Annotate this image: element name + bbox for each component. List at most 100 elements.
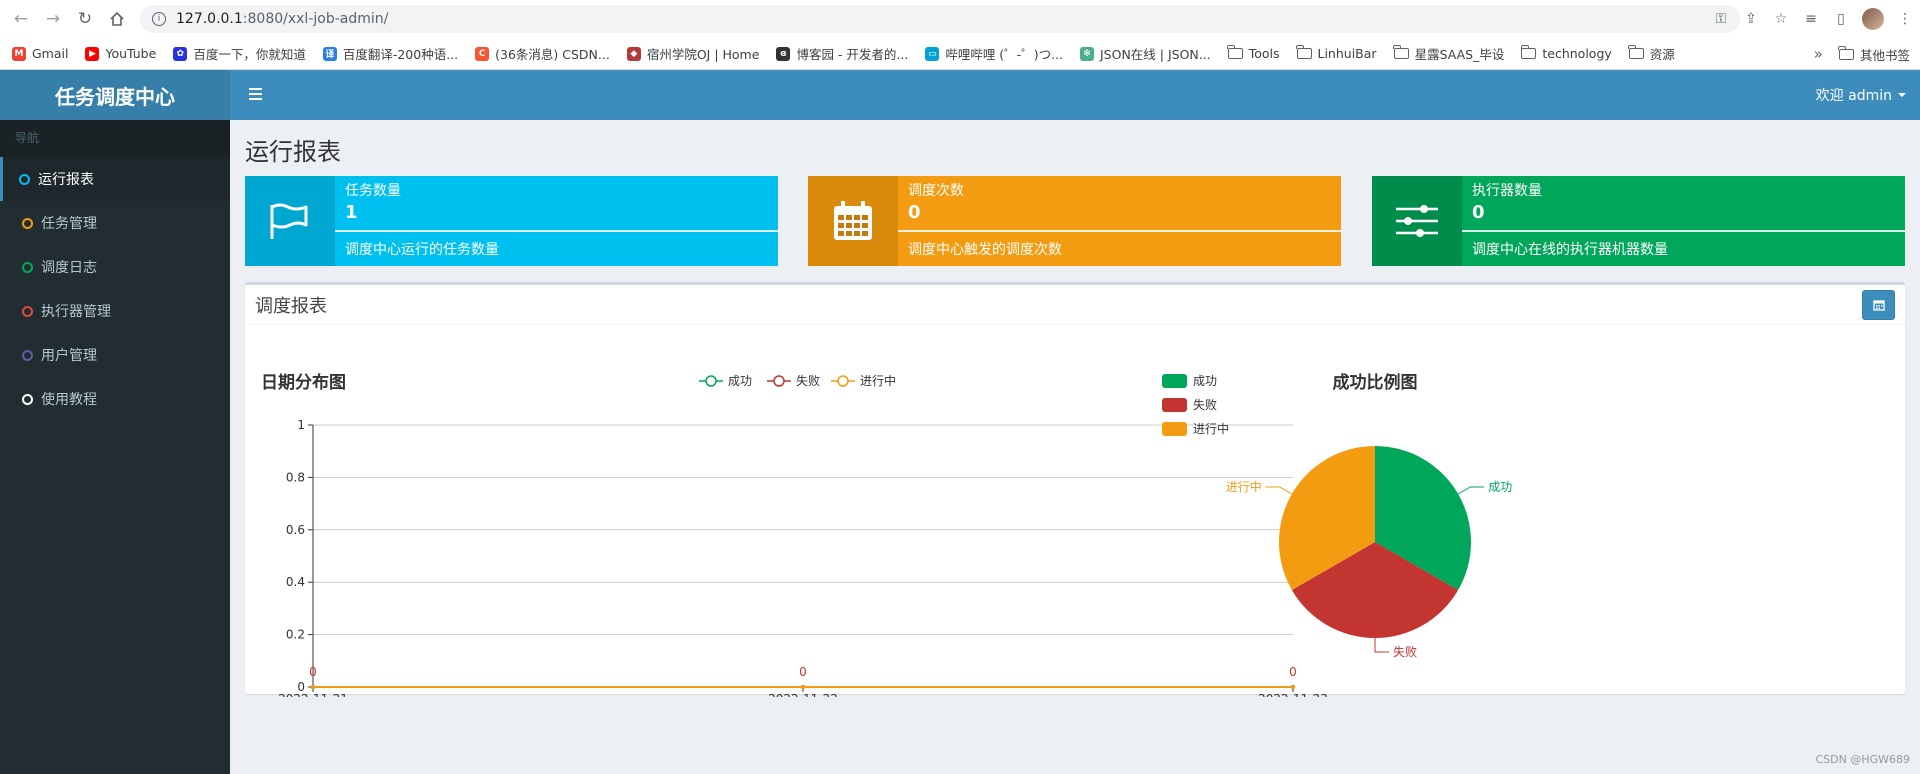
site-info-icon[interactable]: i [152, 12, 166, 26]
other-bookmarks[interactable]: 其他书签 [1860, 45, 1910, 64]
welcome-text: 欢迎 admin [1815, 88, 1892, 104]
x-tick-label: 2022-11-23 [1258, 692, 1328, 697]
menu-icon[interactable]: ⋮ [1890, 7, 1920, 31]
forward-icon[interactable]: → [42, 8, 64, 30]
sidebar-item-label: 调度日志 [41, 260, 97, 276]
url-input[interactable]: i 127.0.0.1:8080/xxl-job-admin/ [140, 5, 1740, 33]
csdn-icon: C [475, 46, 490, 61]
circle-icon [19, 173, 30, 185]
bookmark-item[interactable]: LinhuiBar [1296, 45, 1377, 61]
pie-legend-label: 进行中 [1193, 421, 1229, 436]
pie-legend-label: 失败 [1193, 397, 1217, 412]
bookmark-item[interactable]: ✿ 百度一下，你就知道 [173, 44, 306, 63]
baidu-translate-icon: 译 [322, 46, 337, 61]
sidebar-item-label: 用户管理 [41, 348, 97, 364]
sidebar-item-executors[interactable]: 执行器管理 [0, 289, 230, 333]
reload-icon[interactable]: ↻ [74, 8, 96, 30]
bookmark-item[interactable]: ◆ 宿州学院OJ | Home [626, 44, 759, 63]
sidebar-item-logs[interactable]: 调度日志 [0, 245, 230, 289]
data-point [311, 685, 315, 689]
bookmark-item[interactable]: technology [1520, 45, 1612, 61]
pie-legend-swatch [1162, 374, 1187, 388]
report-charts: 日期分布图成功失败进行中00.20.40.60.812022-11-212022… [261, 372, 1512, 697]
circle-icon [22, 217, 33, 229]
app-logo[interactable]: 任务调度中心 [0, 70, 230, 120]
bookmark-item[interactable]: ▭ 哔哩哔哩 (゜-゜)つ... [925, 44, 1063, 63]
y-tick-label: 0.6 [286, 523, 305, 537]
data-label: 0 [1289, 665, 1297, 679]
bookmark-item[interactable]: 资源 [1628, 44, 1675, 63]
sidebar-item-tutorial[interactable]: 使用教程 [0, 377, 230, 421]
bookmark-item[interactable]: M Gmail [12, 46, 68, 61]
key-icon[interactable]: ⚿ [1706, 7, 1736, 31]
data-point [1291, 685, 1295, 689]
star-icon[interactable]: ☆ [1766, 7, 1796, 31]
bookmark-item[interactable]: Tools [1227, 45, 1280, 61]
legend-marker [773, 375, 785, 387]
date-range-button[interactable] [1862, 290, 1895, 320]
info-box-jobs: 任务数量 1 调度中心运行的任务数量 [245, 176, 778, 266]
bookmark-item[interactable]: C (36条消息) CSDN... [475, 44, 610, 63]
folder-icon [1520, 45, 1537, 59]
bookmark-label: Tools [1248, 46, 1280, 61]
pie-legend-label: 成功 [1193, 374, 1217, 388]
y-tick-label: 0.4 [286, 575, 305, 589]
profile-avatar[interactable] [1862, 8, 1884, 30]
bookmark-item[interactable]: ɞ 博客园 - 开发者的... [776, 44, 908, 63]
page-title: 运行报表 [245, 138, 341, 166]
home-icon[interactable] [106, 8, 128, 30]
bookmark-item[interactable]: 译百度翻译-200种语... [322, 44, 459, 63]
bookmark-label: JSON在线 | JSON... [1100, 47, 1211, 62]
sidebar-item-report[interactable]: 运行报表 [0, 157, 230, 201]
watermark: CSDN @HGW689 [1815, 753, 1910, 766]
baidu-icon: ✿ [173, 46, 188, 61]
share-icon[interactable]: ⇪ [1736, 7, 1766, 31]
sidebar-item-users[interactable]: 用户管理 [0, 333, 230, 377]
pie-slice-label: 进行中 [1226, 479, 1262, 494]
legend-marker [837, 375, 849, 387]
flag-icon [245, 176, 335, 266]
x-tick-label: 2022-11-21 [278, 692, 348, 697]
bookmark-label: 百度翻译-200种语... [342, 47, 459, 62]
url-host: 127.0.0.1 [176, 11, 243, 27]
more-bookmarks-icon[interactable]: » [1814, 45, 1823, 63]
gmail-icon: M [12, 46, 26, 61]
report-box: 调度报表 日期分布图成功失败进行中00.20.40.60.812022-11-2… [245, 282, 1905, 697]
user-menu[interactable]: 欢迎 admin [1816, 70, 1906, 120]
bilibili-icon: ▭ [925, 46, 940, 61]
side-panel-icon[interactable]: ▯ [1826, 7, 1856, 31]
sidebar-item-jobs[interactable]: 任务管理 [0, 201, 230, 245]
top-navbar: 欢迎 admin [230, 70, 1920, 120]
bookmark-label: (36条消息) CSDN... [495, 47, 610, 62]
x-tick-label: 2022-11-22 [768, 692, 838, 697]
bookmark-label: 星露SAAS_毕设 [1414, 47, 1505, 62]
info-box-number: 0 [908, 202, 921, 223]
progress-bar [898, 230, 1341, 232]
pie-legend-swatch [1162, 422, 1187, 436]
info-box-label: 任务数量 [345, 183, 401, 199]
circle-icon [22, 261, 33, 273]
calendar-icon [1872, 300, 1885, 311]
data-point [801, 685, 805, 689]
sliders-icon [1372, 176, 1462, 266]
bookmark-item[interactable]: ▶ YouTube [85, 46, 156, 61]
y-tick-label: 0.2 [286, 628, 305, 642]
pie-label-line [1265, 486, 1293, 495]
circle-icon [22, 305, 33, 317]
bookmark-item[interactable]: ✻ JSON在线 | JSON... [1080, 44, 1211, 63]
info-box-label: 执行器数量 [1472, 183, 1542, 199]
legend-label: 成功 [728, 374, 752, 388]
pie-slice-label: 成功 [1488, 480, 1512, 494]
reading-list-icon[interactable]: ≡ [1796, 7, 1826, 31]
info-box-description: 调度中心在线的执行器机器数量 [1472, 242, 1668, 258]
info-box-number: 0 [1472, 202, 1485, 223]
oj-icon: ◆ [626, 46, 641, 61]
back-icon[interactable]: ← [10, 8, 32, 30]
pie-legend-swatch [1162, 398, 1187, 412]
bookmark-item[interactable]: 星露SAAS_毕设 [1393, 44, 1505, 63]
youtube-icon: ▶ [85, 46, 100, 61]
legend-marker [705, 375, 717, 387]
info-box-description: 调度中心触发的调度次数 [908, 242, 1062, 258]
sidebar-item-label: 使用教程 [41, 392, 97, 408]
sidebar-toggle-icon[interactable] [244, 83, 266, 105]
